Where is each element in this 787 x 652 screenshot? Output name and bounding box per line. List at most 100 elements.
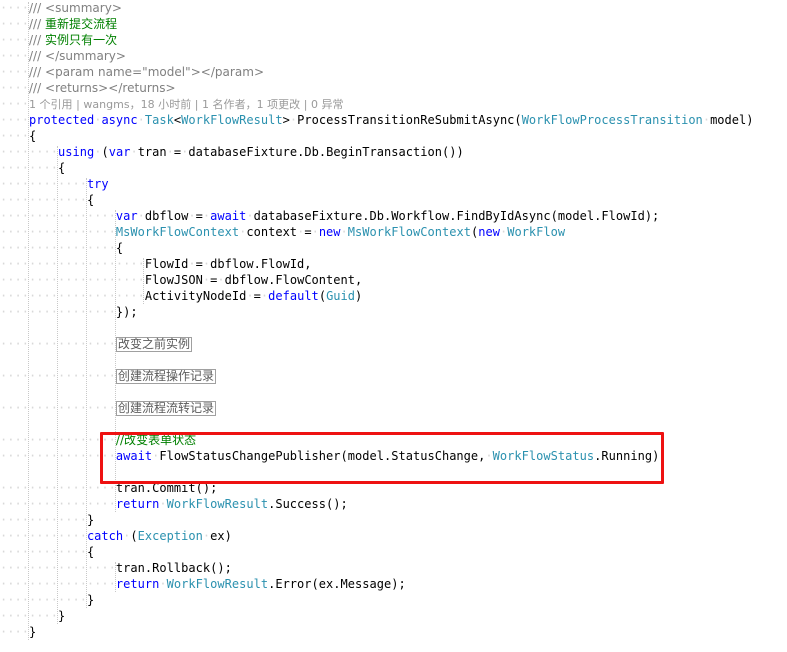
code-line[interactable]: ············{ xyxy=(0,544,787,560)
code-line[interactable]: ················ 创建流程流转记录 xyxy=(0,400,787,416)
code-line[interactable]: ············catch·(Exception·ex) xyxy=(0,528,787,544)
whitespace-dots: ···· xyxy=(0,113,29,127)
code-line[interactable]: ················tran.Rollback(); xyxy=(0,560,787,576)
whitespace-dots: ············ xyxy=(0,593,87,607)
code-line[interactable]: ················MsWorkFlowContext·contex… xyxy=(0,224,787,240)
code-line-content: ················tran.Rollback(); xyxy=(0,561,232,575)
codelens-annotation[interactable]: 1 个引用 | wangms，18 小时前 | 1 名作者，1 项更改 | 0 … xyxy=(29,98,344,111)
xml-doc-comment-token: /// xyxy=(28,65,46,79)
code-line[interactable]: ····················FlowJSON·=·dbflow.Fl… xyxy=(0,272,787,288)
xml-doc-comment-token: <returns></returns> xyxy=(45,81,176,95)
code-line[interactable]: ············} xyxy=(0,512,787,528)
code-line[interactable]: ················var·dbflow·=·await·datab… xyxy=(0,208,787,224)
code-token: FlowStatusChangePublisher(model.StatusCh… xyxy=(159,449,486,463)
code-line[interactable] xyxy=(0,416,787,432)
code-token: ProcessTransitionReSubmitAsync( xyxy=(297,113,522,127)
whitespace-dots: ················ xyxy=(0,369,116,383)
code-line[interactable]: ················{ xyxy=(0,240,787,256)
code-line[interactable] xyxy=(0,320,787,336)
code-line[interactable]: ····/// <returns></returns> xyxy=(0,80,787,96)
code-line[interactable]: ····/// 重新提交流程 xyxy=(0,16,787,32)
code-line[interactable]: ········using·(var·tran·=·databaseFixtur… xyxy=(0,144,787,160)
code-line-content: ················tran.Commit(); xyxy=(0,481,217,495)
code-line-content: ····················FlowJSON·=·dbflow.Fl… xyxy=(0,273,362,287)
keyword-token: var xyxy=(115,209,138,223)
whitespace-dots: ···· xyxy=(0,129,29,143)
code-line[interactable]: ············try xyxy=(0,176,787,192)
code-line-content: ········} xyxy=(0,609,65,623)
whitespace-dots: ········ xyxy=(0,609,58,623)
code-line[interactable]: ····················FlowId·=·dbflow.Flow… xyxy=(0,256,787,272)
code-line[interactable]: ····protected·async·Task<WorkFlowResult>… xyxy=(0,112,787,128)
collapsed-region-1[interactable]: 改变之前实例 xyxy=(115,337,193,352)
code-line[interactable]: ················//改变表单状态 xyxy=(0,432,787,448)
code-line-content: ····················FlowId·=·dbflow.Flow… xyxy=(0,257,312,271)
code-line[interactable]: ················return·WorkFlowResult.Er… xyxy=(0,576,787,592)
code-line-content: ················return·WorkFlowResult.Su… xyxy=(0,497,348,511)
code-line[interactable]: ····1 个引用 | wangms，18 小时前 | 1 名作者，1 项更改 … xyxy=(0,96,787,112)
code-token: .Error(ex.Message); xyxy=(268,577,406,591)
whitespace-dots: ············ xyxy=(0,193,87,207)
code-token: tran xyxy=(137,145,167,159)
code-line[interactable]: ········{ xyxy=(0,160,787,176)
whitespace-dot: · xyxy=(340,225,348,239)
xml-doc-comment-token: <param name="model"></param> xyxy=(45,65,265,79)
code-token: { xyxy=(57,161,66,175)
code-line[interactable]: ····/// <param name="model"></param> xyxy=(0,64,787,80)
code-line-content: ····} xyxy=(0,625,36,639)
code-line[interactable]: ············{ xyxy=(0,192,787,208)
code-line[interactable] xyxy=(0,352,787,368)
code-line-content: ················return·WorkFlowResult.Er… xyxy=(0,577,406,591)
code-line-content: ················var·dbflow·=·await·datab… xyxy=(0,209,659,223)
code-line-content: ········using·(var·tran·=·databaseFixtur… xyxy=(0,145,464,159)
code-line[interactable]: ················await ·FlowStatusChangePu… xyxy=(0,448,787,464)
whitespace-dots: ················ xyxy=(0,241,116,255)
code-editor[interactable]: ····/// <summary> ····/// 重新提交流程 ····/// 实… xyxy=(0,0,787,652)
collapsed-region-3[interactable]: 创建流程流转记录 xyxy=(115,401,217,416)
whitespace-dot: · xyxy=(188,209,196,223)
code-line-content: ····/// </summary> xyxy=(0,49,126,63)
code-line-content: ····/// 实例只有一次 xyxy=(0,33,117,47)
code-token: tran.Rollback(); xyxy=(115,561,232,575)
code-line-content: ············{ xyxy=(0,193,94,207)
code-token: } xyxy=(86,593,95,607)
code-line[interactable]: ····················ActivityNodeId·=·def… xyxy=(0,288,787,304)
code-line-content: ············catch·(Exception·ex) xyxy=(0,529,232,543)
code-line[interactable]: ················tran.Commit(); xyxy=(0,480,787,496)
code-line[interactable]: ····/// </summary> xyxy=(0,48,787,64)
code-line[interactable]: ········} xyxy=(0,608,787,624)
code-line-content: ········{ xyxy=(0,161,65,175)
code-line[interactable]: ············} xyxy=(0,592,787,608)
whitespace-dot: · xyxy=(311,225,319,239)
code-line[interactable] xyxy=(0,464,787,480)
xml-doc-comment-token: <summary> xyxy=(45,1,122,15)
type-token: Task xyxy=(144,113,174,127)
whitespace-dots: ········ xyxy=(0,161,58,175)
code-line[interactable]: ················}); xyxy=(0,304,787,320)
code-line[interactable]: ····} xyxy=(0,624,787,640)
code-line[interactable]: ····{ xyxy=(0,128,787,144)
code-token: ex) xyxy=(210,529,232,543)
code-line[interactable]: ················return·WorkFlowResult.Su… xyxy=(0,496,787,512)
code-token: tran.Commit(); xyxy=(115,481,218,495)
code-line[interactable]: ················ 改变之前实例 xyxy=(0,336,787,352)
code-token: dbflow.FlowContent, xyxy=(224,273,363,287)
whitespace-dots: ···················· xyxy=(0,257,145,271)
code-line-content: ················ 创建流程操作记录 xyxy=(0,369,217,384)
whitespace-dots: ················ xyxy=(0,209,116,223)
code-token: ( xyxy=(101,145,109,159)
keyword-token: new xyxy=(478,225,500,239)
whitespace-dot: · xyxy=(260,289,269,303)
code-token: context xyxy=(246,225,298,239)
type-token: Guid xyxy=(326,289,356,303)
collapsed-region-2[interactable]: 创建流程操作记录 xyxy=(115,369,217,384)
code-line-content: ····protected·async·Task<WorkFlowResult>… xyxy=(0,113,754,127)
code-line[interactable] xyxy=(0,384,787,400)
code-line[interactable]: ················ 创建流程操作记录 xyxy=(0,368,787,384)
code-token: { xyxy=(28,129,37,143)
code-line[interactable]: ····/// 实例只有一次 xyxy=(0,32,787,48)
keyword-token: new xyxy=(318,225,341,239)
whitespace-dots: ················ xyxy=(0,481,116,495)
keyword-token: return xyxy=(115,497,160,511)
code-line[interactable]: ····/// <summary> xyxy=(0,0,787,16)
